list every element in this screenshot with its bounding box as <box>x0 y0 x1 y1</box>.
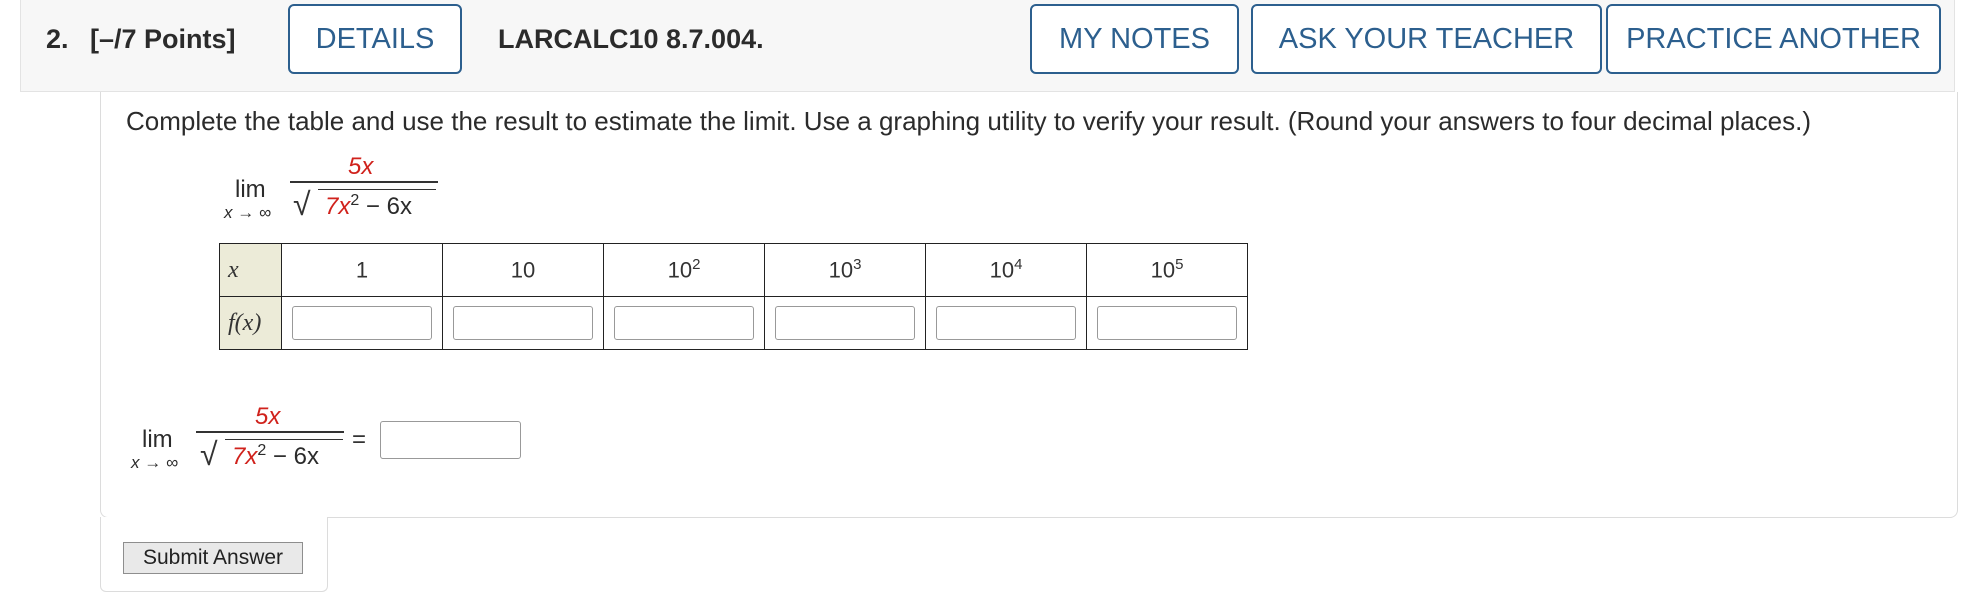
limit-answer-input[interactable] <box>380 421 521 459</box>
x-exp: 5 <box>1175 256 1184 274</box>
limit-numerator: 5x <box>348 153 374 180</box>
fraction-bar <box>196 431 344 433</box>
question-number: 2. <box>46 24 69 54</box>
my-notes-button[interactable]: MY NOTES <box>1030 4 1239 74</box>
fx-row: f(x) <box>219 296 1248 350</box>
x-value-3: 102 <box>603 243 765 297</box>
fx-cell <box>442 296 604 350</box>
x-exp: 3 <box>853 256 862 274</box>
fx-cell <box>925 296 1087 350</box>
points-label: [–/7 Points] <box>90 24 236 54</box>
den-power: 2 <box>350 192 360 209</box>
limit-denominator: 7x2 − 6x <box>232 442 319 471</box>
problem-code: LARCALC10 8.7.004. <box>498 24 764 54</box>
lim-subscript: x → ∞ <box>131 453 179 472</box>
details-button[interactable]: DETAILS <box>288 4 462 74</box>
x-base: 10 <box>667 257 693 283</box>
sqrt-icon: √ <box>293 186 311 222</box>
fx-cell <box>281 296 443 350</box>
x-base: 10 <box>1150 257 1176 283</box>
x-exp: 4 <box>1014 256 1023 274</box>
fx-input-6[interactable] <box>1097 306 1237 340</box>
x-base: 10 <box>510 257 536 283</box>
x-value-1: 1 <box>281 243 443 297</box>
sqrt-icon: √ <box>200 436 218 472</box>
limit-denominator: 7x2 − 6x <box>325 192 412 221</box>
x-base: 1 <box>355 257 369 283</box>
values-table: x 1 10 102 103 104 105 f(x) <box>219 243 1248 350</box>
x-row: x 1 10 102 103 104 105 <box>219 243 1248 297</box>
fraction-bar <box>290 181 438 183</box>
lim-word: lim <box>142 426 173 453</box>
den-rest: − 6x <box>359 193 412 220</box>
x-exp: 2 <box>692 256 701 274</box>
fx-cell <box>1086 296 1248 350</box>
x-base: 10 <box>828 257 854 283</box>
practice-another-button[interactable]: PRACTICE ANOTHER <box>1606 4 1941 74</box>
x-value-5: 104 <box>925 243 1087 297</box>
fx-input-3[interactable] <box>614 306 754 340</box>
den-coeff: 7x <box>232 443 258 470</box>
x-base: 10 <box>989 257 1015 283</box>
fx-cell <box>603 296 765 350</box>
x-label: x <box>219 243 282 297</box>
fx-input-2[interactable] <box>453 306 593 340</box>
x-value-6: 105 <box>1086 243 1248 297</box>
radical-bar <box>225 439 343 440</box>
lim-word: lim <box>235 176 266 203</box>
fx-cell <box>764 296 926 350</box>
radical-bar <box>318 189 436 190</box>
x-value-2: 10 <box>442 243 604 297</box>
limit-numerator: 5x <box>255 403 281 430</box>
den-power: 2 <box>257 442 267 459</box>
x-value-4: 103 <box>764 243 926 297</box>
fx-input-4[interactable] <box>775 306 915 340</box>
ask-your-teacher-button[interactable]: ASK YOUR TEACHER <box>1251 4 1602 74</box>
fx-input-1[interactable] <box>292 306 432 340</box>
den-coeff: 7x <box>325 193 351 220</box>
den-rest: − 6x <box>266 443 319 470</box>
fx-label: f(x) <box>219 296 282 350</box>
equals-sign: = <box>352 426 367 453</box>
submit-answer-button[interactable]: Submit Answer <box>123 542 303 574</box>
lim-subscript: x → ∞ <box>224 203 272 222</box>
fx-input-5[interactable] <box>936 306 1076 340</box>
instructions-text: Complete the table and use the result to… <box>126 106 1812 136</box>
